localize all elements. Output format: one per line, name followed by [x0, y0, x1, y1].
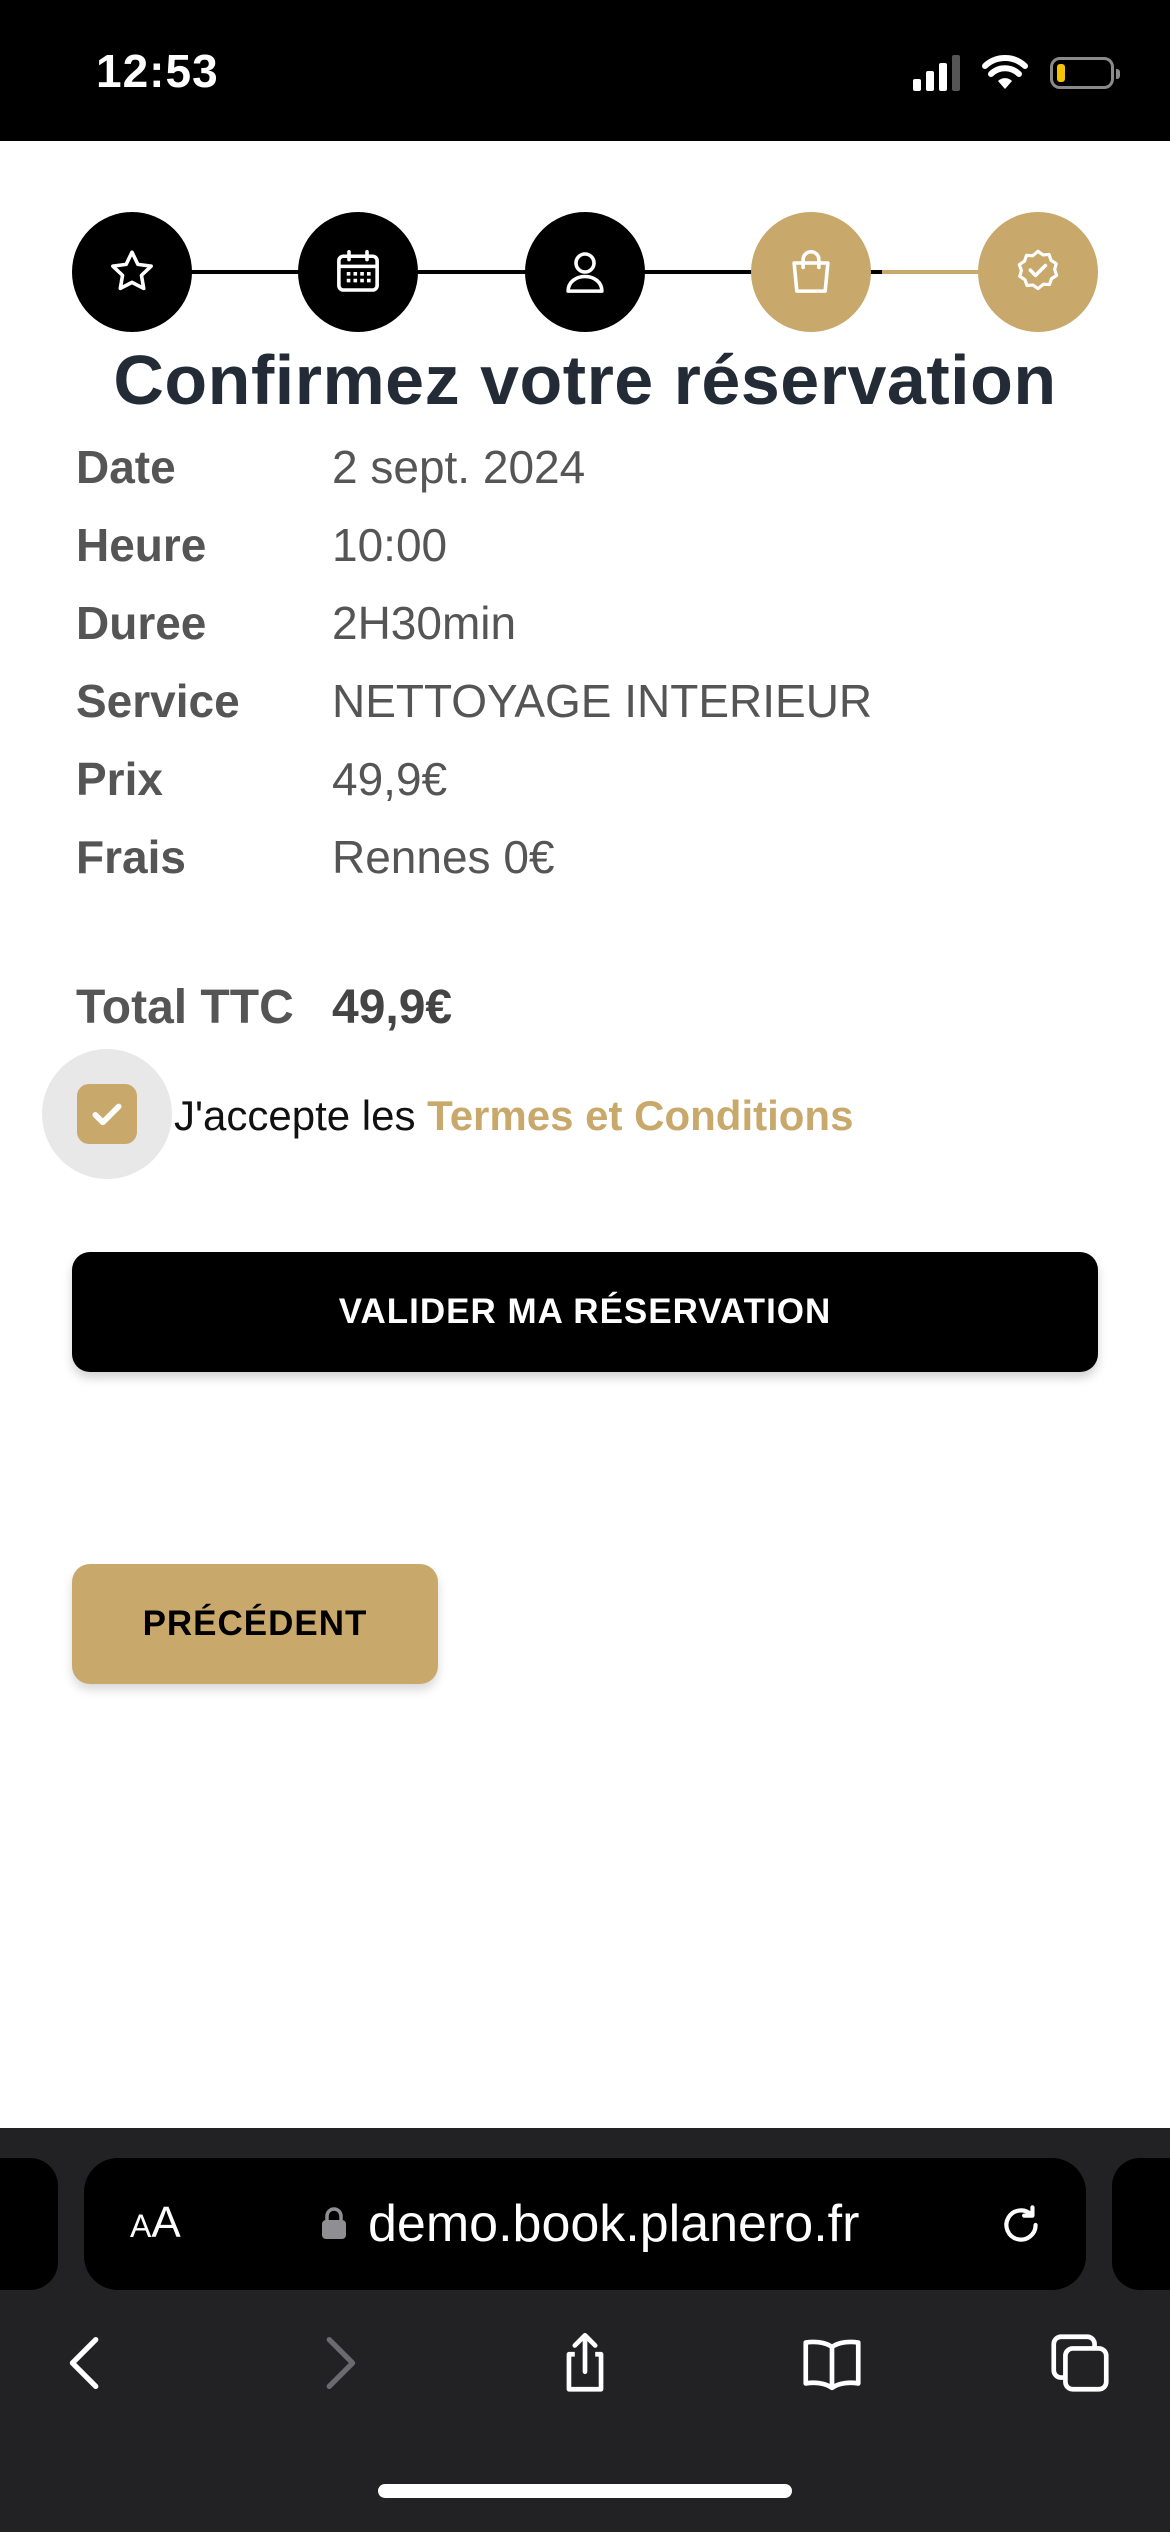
shopping-bag-icon — [792, 250, 830, 293]
booking-stepper — [72, 212, 1098, 332]
cellular-signal-icon — [913, 55, 960, 91]
share-icon — [566, 2332, 604, 2392]
tabs-button[interactable] — [1045, 2328, 1115, 2398]
detail-value: 49,9€ — [332, 753, 448, 805]
book-icon — [803, 2339, 861, 2391]
detail-value: Rennes 0€ — [332, 831, 555, 883]
detail-label: Prix — [76, 753, 163, 805]
step-contact[interactable] — [525, 212, 645, 332]
forward-button[interactable] — [303, 2328, 373, 2398]
detail-value: 2 sept. 2024 — [332, 441, 586, 493]
terms-label: J'accepte les Termes et Conditions — [174, 1092, 853, 1140]
status-bar: 12:53 — [0, 0, 1170, 141]
calendar-icon — [337, 249, 379, 292]
terms-link[interactable]: Termes et Conditions — [427, 1092, 853, 1139]
battery-icon — [1050, 57, 1120, 89]
total-label: Total TTC — [76, 981, 294, 1034]
badge-check-icon — [1017, 249, 1059, 291]
address-bar[interactable]: AA demo.book.planero.fr — [84, 2158, 1086, 2290]
total-value: 49,9€ — [332, 981, 453, 1034]
reader-settings-button[interactable]: AA — [130, 2198, 181, 2248]
user-icon — [566, 252, 604, 293]
status-time: 12:53 — [96, 45, 219, 97]
terms-checkbox[interactable] — [77, 1084, 137, 1144]
share-button[interactable] — [550, 2328, 620, 2398]
previous-tab-preview[interactable] — [0, 2158, 58, 2290]
home-indicator[interactable] — [378, 2484, 792, 2498]
bookmarks-button[interactable] — [797, 2328, 867, 2398]
star-icon — [111, 250, 153, 291]
detail-value: 10:00 — [332, 519, 448, 571]
chevron-left-icon — [69, 2337, 99, 2389]
browser-toolbar — [0, 2308, 1170, 2418]
detail-label: Frais — [76, 831, 186, 883]
reload-icon[interactable] — [996, 2200, 1046, 2250]
detail-label: Date — [76, 441, 176, 493]
step-service[interactable] — [72, 212, 192, 332]
step-confirmation[interactable] — [978, 212, 1098, 332]
back-button[interactable] — [52, 2328, 122, 2398]
checkmark-icon — [92, 1103, 122, 1126]
detail-value: 2H30min — [332, 597, 517, 649]
previous-button[interactable]: PRÉCÉDENT — [72, 1564, 438, 1684]
detail-label: Service — [76, 675, 240, 727]
detail-value: NETTOYAGE INTERIEUR — [332, 675, 873, 727]
step-date[interactable] — [298, 212, 418, 332]
wifi-icon — [982, 55, 1028, 89]
step-cart[interactable] — [751, 212, 871, 332]
chevron-right-icon — [326, 2337, 356, 2389]
lock-icon — [322, 2207, 346, 2239]
browser-bottom-bar: AA demo.book.planero.fr — [0, 2128, 1170, 2532]
detail-label: Duree — [76, 597, 207, 649]
detail-label: Heure — [76, 519, 207, 571]
next-tab-preview[interactable] — [1112, 2158, 1170, 2290]
validate-reservation-button[interactable]: VALIDER MA RÉSERVATION — [72, 1252, 1098, 1372]
url-text: demo.book.planero.fr — [368, 2195, 860, 2253]
tabs-icon — [1051, 2334, 1109, 2392]
status-icons — [913, 50, 1120, 96]
terms-prefix: J'accepte les — [174, 1092, 428, 1139]
page-title: Confirmez votre réservation — [113, 341, 1057, 419]
